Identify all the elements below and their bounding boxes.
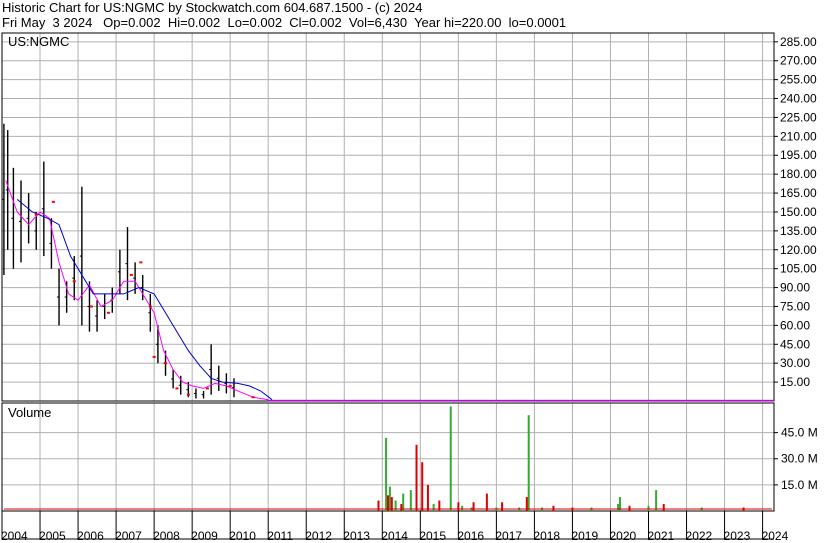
x-tick-label: 2015 [419, 529, 446, 543]
price-y-label: 165.00 [780, 186, 817, 200]
x-tick-label: 2020 [609, 529, 636, 543]
volume-bar-up [432, 504, 435, 511]
price-y-label: 15.00 [780, 375, 810, 389]
x-tick-label: 2010 [229, 529, 256, 543]
price-y-label: 225.00 [780, 110, 817, 124]
volume-bar-down [501, 502, 504, 511]
price-y-label: 150.00 [780, 205, 817, 219]
red-marker [89, 305, 93, 308]
red-marker [164, 362, 168, 365]
x-tick-label: 2006 [77, 529, 104, 543]
x-tick-label: 2024 [762, 529, 789, 543]
price-plot [1, 123, 774, 402]
x-tick-label: 2017 [495, 529, 522, 543]
red-marker [148, 305, 152, 308]
volume-bar-up [409, 490, 412, 511]
axes: 2004 2005 2006 2007 2008 2009 2010 2011 2012 2013… [1, 35, 818, 543]
red-marker [205, 387, 209, 390]
price-y-label: 45.00 [780, 337, 810, 351]
red-marker [175, 387, 179, 390]
volume-bar-down [662, 504, 665, 511]
grid [2, 33, 774, 511]
volume-bar-up [388, 486, 391, 511]
volume-bar-up [647, 505, 650, 511]
price-y-label: 285.00 [780, 35, 817, 49]
red-marker [129, 273, 133, 276]
price-y-label: 75.00 [780, 299, 810, 313]
price-y-label: 180.00 [780, 167, 817, 181]
x-tick-label: 2019 [571, 529, 598, 543]
volume-bar-down [426, 484, 429, 511]
volume-bar-down [457, 502, 460, 511]
price-y-label: 105.00 [780, 262, 817, 276]
x-tick-label: 2009 [191, 529, 218, 543]
x-tick-label: 2013 [343, 529, 370, 543]
historic-chart: 2004 2005 2006 2007 2008 2009 2010 2011 2012 2013… [1, 32, 818, 543]
volume-bar-down [472, 502, 475, 511]
volume-y-label: 30.0 M [781, 452, 818, 466]
price-y-label: 30.00 [780, 356, 810, 370]
x-tick-label: 2022 [686, 529, 713, 543]
volume-bar-down [485, 493, 488, 511]
price-y-label: 60.00 [780, 318, 810, 332]
red-marker [186, 393, 190, 396]
volume-y-label: 15.0 M [781, 478, 818, 492]
volume-bar-up [402, 493, 405, 511]
price-y-label: 240.00 [780, 92, 817, 106]
volume-bar-up [617, 504, 620, 511]
price-y-label: 120.00 [780, 243, 817, 257]
price-panel-frame [1, 32, 775, 402]
price-y-label: 255.00 [780, 73, 817, 87]
red-marker [72, 280, 76, 283]
red-marker [228, 384, 232, 387]
x-tick-label: 2023 [724, 529, 751, 543]
x-tick-label: 2016 [457, 529, 484, 543]
red-marker [34, 213, 38, 216]
price-y-label: 90.00 [780, 281, 810, 295]
price-y-label: 135.00 [780, 224, 817, 238]
x-tick-label: 2011 [267, 529, 293, 543]
moving-average-long [16, 199, 273, 401]
volume-bar-down [400, 504, 403, 511]
x-tick-label: 2012 [305, 529, 332, 543]
volume-bar-up [385, 437, 388, 511]
x-tick-label: 2021 [648, 529, 675, 543]
price-y-label: 195.00 [780, 148, 817, 162]
volume-bar-down [415, 444, 418, 511]
moving-average-short [5, 180, 269, 401]
x-tick-label: 2014 [381, 529, 408, 543]
red-marker [139, 261, 143, 264]
volume-bar-down [552, 505, 555, 511]
volume-bar-up [461, 505, 464, 511]
x-tick-label: 2007 [115, 529, 142, 543]
x-tick-label: 2005 [39, 529, 66, 543]
volume-bar-down [421, 462, 424, 511]
price-y-label: 270.00 [780, 54, 817, 68]
red-marker [251, 396, 255, 399]
volume-label: Volume [8, 405, 51, 420]
volume-bar-up [527, 415, 530, 511]
red-marker [152, 355, 156, 358]
red-marker [106, 311, 110, 314]
x-tick-label: 2004 [1, 529, 28, 543]
symbol-label: US:NGMC [8, 34, 69, 49]
volume-bar-up [449, 406, 452, 511]
volume-y-label: 45.0 M [781, 426, 818, 440]
x-tick-label: 2018 [533, 529, 560, 543]
volume-bar-up [655, 490, 658, 511]
red-marker [51, 200, 55, 203]
price-y-label: 210.00 [780, 129, 817, 143]
volume-panel-frame [1, 402, 775, 512]
volume-bar-down [628, 505, 631, 511]
x-tick-label: 2008 [153, 529, 180, 543]
